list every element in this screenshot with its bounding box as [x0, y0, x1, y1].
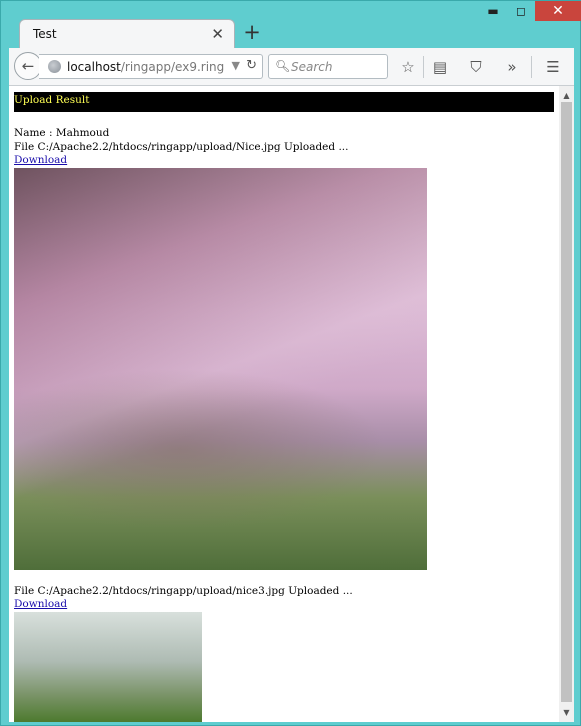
url-host: localhost: [67, 60, 121, 74]
star-icon[interactable]: ☆: [397, 56, 419, 78]
back-button[interactable]: ←: [14, 52, 42, 80]
new-tab-button[interactable]: +: [242, 20, 262, 44]
download-link[interactable]: Download: [14, 154, 554, 168]
scroll-up-icon[interactable]: ▲: [559, 88, 574, 103]
window-controls: ▬ ◻ ✕: [479, 1, 581, 23]
browser-window: ▬ ◻ ✕ Test ✕ + ← localhost/ringapp/ex9.r…: [0, 0, 581, 726]
toolbar-divider: [423, 56, 424, 78]
close-window-button[interactable]: ✕: [535, 1, 581, 21]
file-status: File C:/Apache2.2/htdocs/ringapp/upload/…: [14, 140, 349, 153]
uploaded-image-nice: [14, 167, 427, 570]
page-content: Upload Result Name : Mahmoud File C:/Apa…: [9, 86, 574, 722]
minimize-button[interactable]: ▬: [479, 1, 507, 21]
url-path: /ringapp/ex9.ring: [120, 60, 225, 74]
back-arrow-icon: ←: [21, 57, 35, 75]
reload-icon[interactable]: ↻: [246, 58, 257, 73]
menu-icon[interactable]: ☰: [542, 56, 564, 78]
scroll-down-icon[interactable]: ▼: [559, 705, 574, 720]
upload-result-page: Upload Result Name : Mahmoud File C:/Apa…: [14, 92, 554, 722]
overflow-icon[interactable]: »: [501, 56, 523, 78]
nav-toolbar: ← localhost/ringapp/ex9.ring ▼ ↻ 🔍︎ Sear…: [9, 48, 574, 86]
search-placeholder: Search: [291, 60, 333, 74]
pocket-icon[interactable]: ⛉: [465, 56, 487, 78]
uploaded-image-nice3: [14, 611, 202, 722]
reading-list-icon[interactable]: ▤: [429, 56, 451, 78]
tab-title: Test: [33, 27, 57, 41]
url-bar[interactable]: localhost/ringapp/ex9.ring ▼ ↻: [39, 54, 263, 79]
url-text: localhost/ringapp/ex9.ring: [67, 60, 224, 74]
result-header: Upload Result: [14, 92, 554, 112]
tab-test[interactable]: Test ✕: [19, 19, 235, 49]
globe-icon: [48, 60, 61, 73]
name-line: Name : Mahmoud: [14, 127, 110, 139]
vertical-scrollbar[interactable]: ▲ ▼: [559, 86, 574, 722]
scroll-thumb[interactable]: [561, 102, 572, 702]
close-icon[interactable]: ✕: [211, 25, 224, 43]
search-bar[interactable]: 🔍︎ Search: [268, 54, 388, 79]
file-status: File C:/Apache2.2/htdocs/ringapp/upload/…: [14, 584, 353, 597]
url-history-dropdown-icon[interactable]: ▼: [232, 59, 240, 72]
toolbar-divider: [531, 56, 532, 78]
maximize-button[interactable]: ◻: [507, 1, 535, 21]
search-icon: 🔍︎: [275, 59, 291, 73]
download-link[interactable]: Download: [14, 598, 554, 612]
